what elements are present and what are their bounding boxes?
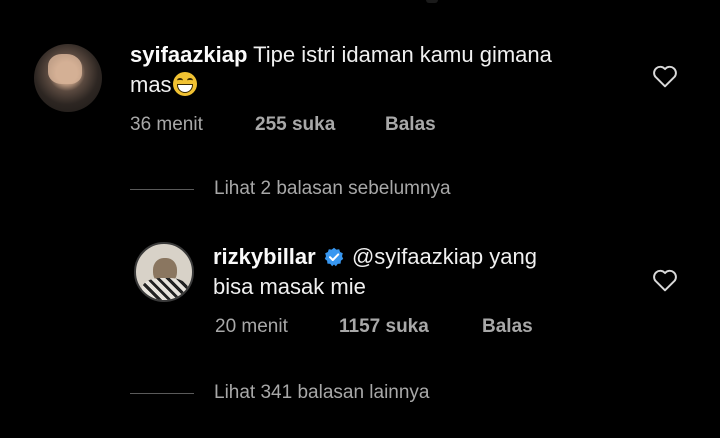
avatar-photo <box>48 54 82 84</box>
comment-text-line2: mas <box>130 72 172 97</box>
username[interactable]: syifaazkiap <box>130 42 247 67</box>
heart-icon[interactable] <box>652 64 678 88</box>
thread-divider <box>130 393 194 394</box>
avatar[interactable] <box>34 44 102 112</box>
comment-body: rizkybillar @syifaazkiap yang bisa masak… <box>213 242 633 302</box>
avatar-scarf <box>142 278 188 300</box>
comment-time: 36 menit <box>130 114 203 135</box>
comment-text-line2: bisa masak mie <box>213 274 366 299</box>
likes-count[interactable]: 255 suka <box>255 114 335 136</box>
likes-count[interactable]: 1157 suka <box>339 316 429 338</box>
view-previous-replies-label[interactable]: Lihat 2 balasan sebelumnya <box>214 178 451 200</box>
verified-badge-icon <box>324 247 344 267</box>
mention-link[interactable]: @syifaazkiap <box>352 244 483 269</box>
comment-time: 20 menit <box>215 316 288 337</box>
top-edge-mark <box>426 0 438 3</box>
comment-text: Tipe istri idaman kamu gimana <box>253 42 552 67</box>
reply-button[interactable]: Balas <box>482 316 533 338</box>
grinning-squinting-face-icon <box>172 72 197 96</box>
view-more-replies-label[interactable]: Lihat 341 balasan lainnya <box>214 382 430 404</box>
comment-body: syifaazkiap Tipe istri idaman kamu giman… <box>130 40 630 100</box>
username[interactable]: rizkybillar <box>213 244 316 269</box>
thread-divider <box>130 189 194 190</box>
heart-icon[interactable] <box>652 268 678 292</box>
reply-button[interactable]: Balas <box>385 114 436 136</box>
comment-text: yang <box>483 244 537 269</box>
avatar[interactable] <box>134 242 194 302</box>
